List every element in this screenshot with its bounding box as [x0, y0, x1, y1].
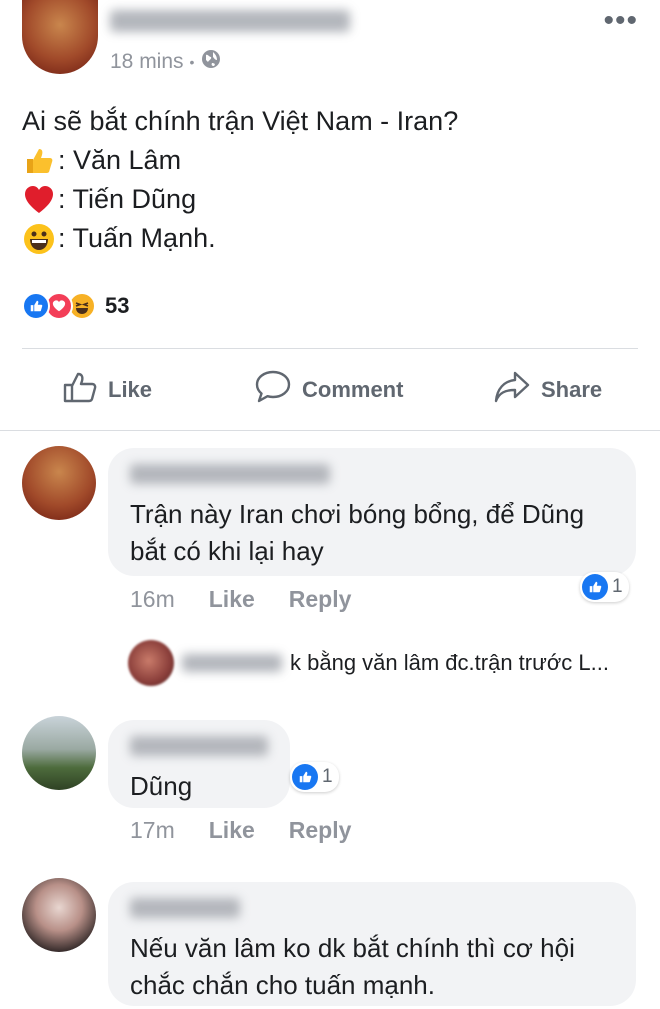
- divider: [0, 430, 660, 431]
- option-line-3: : Tuấn Mạnh.: [22, 219, 458, 258]
- post-question: Ai sẽ bắt chính trận Việt Nam - Iran?: [22, 106, 459, 136]
- globe-icon: [200, 48, 222, 76]
- speech-bubble-icon: [254, 369, 292, 411]
- post-meta: 18 mins •: [110, 48, 222, 76]
- reaction-count[interactable]: 53: [105, 293, 129, 319]
- like-count: 1: [612, 576, 623, 597]
- like-label: Like: [108, 377, 153, 402]
- comment-like-link[interactable]: Like: [209, 586, 255, 613]
- reply-preview[interactable]: k bằng văn lâm đc.trận trước L...: [128, 640, 609, 686]
- like-button[interactable]: Like: [62, 368, 152, 412]
- option-label-2: : Tiến Dũng: [58, 184, 197, 214]
- thumbs-up-icon: [22, 144, 56, 178]
- like-reaction-icon: [582, 574, 608, 600]
- comment-text: Trận này Iran chơi bóng bổng, để Dũng bắ…: [130, 499, 585, 566]
- option-line-1: : Văn Lâm: [22, 141, 458, 180]
- post-time[interactable]: 18 mins: [110, 50, 184, 74]
- comment-time: 17m: [130, 817, 175, 843]
- commenter-name-blurred[interactable]: [130, 898, 240, 918]
- comment-like-link[interactable]: Like: [209, 817, 255, 844]
- comment-text: Nếu văn lâm ko dk bắt chính thì cơ hội c…: [130, 933, 575, 1000]
- grinning-face-icon: [22, 222, 56, 256]
- comment-meta: 16m Like Reply: [130, 586, 351, 613]
- comment-bubble-2: Dũng: [108, 720, 290, 808]
- share-arrow-icon: [493, 369, 531, 411]
- option-label-3: : Tuấn Mạnh.: [58, 223, 216, 253]
- divider: [22, 348, 638, 349]
- thumbs-up-outline-icon: [62, 369, 98, 411]
- commenter-avatar[interactable]: [22, 446, 96, 520]
- comment-label: Comment: [302, 377, 404, 402]
- comment-like-count[interactable]: 1: [580, 572, 629, 602]
- comment-time: 16m: [130, 586, 175, 612]
- comment-bubble-3: Nếu văn lâm ko dk bắt chính thì cơ hội c…: [108, 882, 636, 1006]
- commenter-avatar[interactable]: [22, 716, 96, 790]
- reply-avatar: [128, 640, 174, 686]
- post-body: Ai sẽ bắt chính trận Việt Nam - Iran? : …: [22, 102, 458, 258]
- reply-name-blurred: [182, 654, 282, 672]
- like-reaction-icon: [292, 764, 318, 790]
- comment-text: Dũng: [130, 771, 193, 801]
- more-options-icon[interactable]: •••: [603, 6, 638, 36]
- commenter-name-blurred[interactable]: [130, 736, 268, 756]
- comment-like-count[interactable]: 1: [290, 762, 339, 792]
- share-label: Share: [541, 377, 603, 402]
- commenter-avatar[interactable]: [22, 878, 96, 952]
- share-button[interactable]: Share: [493, 368, 602, 412]
- comment-reply-link[interactable]: Reply: [289, 586, 352, 613]
- like-reaction-icon: [22, 292, 50, 320]
- option-line-2: : Tiến Dũng: [22, 180, 458, 219]
- like-count: 1: [322, 766, 333, 787]
- comment-reply-link[interactable]: Reply: [289, 817, 352, 844]
- post-author-avatar[interactable]: [22, 0, 98, 74]
- comment-button[interactable]: Comment: [254, 368, 403, 412]
- comment-meta: 17m Like Reply: [130, 817, 351, 844]
- commenter-name-blurred[interactable]: [130, 464, 330, 484]
- reply-preview-text: k bằng văn lâm đc.trận trước L...: [290, 650, 609, 675]
- heart-icon: [22, 183, 56, 217]
- reactions-summary[interactable]: 53: [22, 292, 129, 320]
- meta-separator: •: [189, 54, 195, 70]
- post-author-name-blurred[interactable]: [110, 10, 360, 37]
- comment-bubble-1: Trận này Iran chơi bóng bổng, để Dũng bắ…: [108, 448, 636, 576]
- option-label-1: : Văn Lâm: [58, 145, 182, 175]
